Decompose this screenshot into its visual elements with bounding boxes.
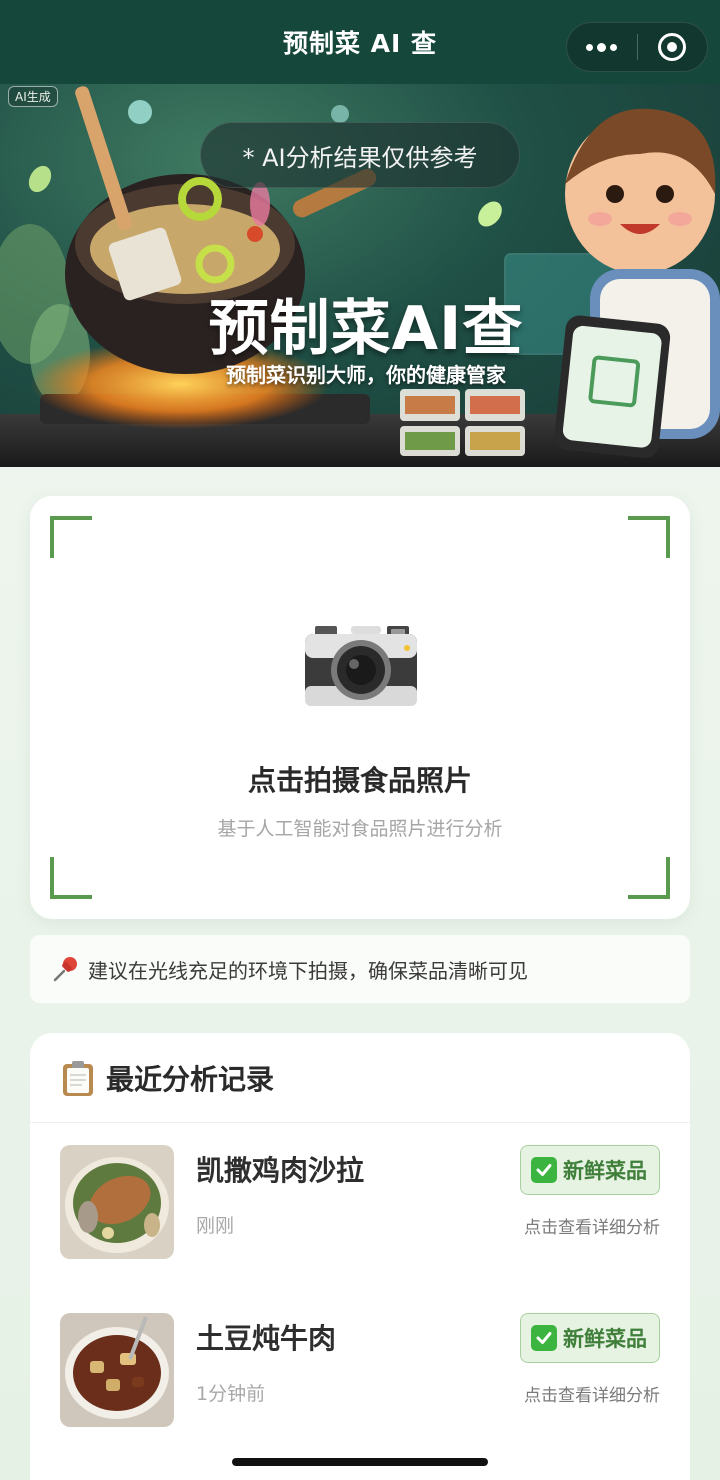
view-detail-link[interactable]: 点击查看详细分析	[524, 1381, 660, 1406]
dish-thumbnail	[60, 1145, 174, 1259]
scan-title: 点击拍摄食品照片	[247, 764, 472, 797]
more-button[interactable]	[567, 22, 637, 72]
disclaimer-pill: * AI分析结果仅供参考	[200, 122, 520, 188]
close-miniprogram-button[interactable]	[638, 22, 708, 72]
scan-corner-bottom-left	[50, 857, 92, 899]
recent-records-card: 最近分析记录 凯撒鸡肉沙拉 刚刚 新鲜菜品 点击查看详细分析 土豆炖牛肉 1分钟…	[30, 1033, 690, 1480]
freshness-badge: 新鲜菜品	[520, 1313, 660, 1363]
history-record[interactable]: 土豆炖牛肉 1分钟前 新鲜菜品 点击查看详细分析	[30, 1313, 690, 1429]
tip-text: 建议在光线充足的环境下拍摄，确保菜品清晰可见	[88, 958, 528, 983]
badge-text: 新鲜菜品	[563, 1327, 647, 1351]
check-mark-icon	[531, 1325, 557, 1351]
ai-generated-tag: AI生成	[8, 86, 58, 107]
camera-icon	[305, 626, 417, 706]
target-icon	[658, 33, 687, 61]
home-indicator[interactable]	[232, 1458, 488, 1466]
banner-title: 预制菜AI查	[208, 294, 524, 364]
scan-corner-top-left	[50, 516, 92, 558]
shooting-tip: 建议在光线充足的环境下拍摄，确保菜品清晰可见	[30, 935, 690, 1003]
hero-banner: AI生成 * AI分析结果仅供参考 预制菜AI查 预制菜识别大师，你的健康管家	[0, 84, 720, 467]
history-record[interactable]: 凯撒鸡肉沙拉 刚刚 新鲜菜品 点击查看详细分析	[30, 1145, 690, 1261]
navigation-bar: 预制菜 AI 查	[0, 0, 720, 84]
banner-subtitle: 预制菜识别大师，你的健康管家	[226, 363, 506, 387]
pushpin-icon	[53, 957, 77, 982]
record-name: 凯撒鸡肉沙拉	[196, 1154, 365, 1187]
page-title: 预制菜 AI 查	[282, 29, 438, 58]
check-mark-icon	[531, 1157, 557, 1183]
freshness-badge: 新鲜菜品	[520, 1145, 660, 1195]
scan-subtitle: 基于人工智能对食品照片进行分析	[217, 818, 503, 840]
record-time: 刚刚	[196, 1215, 235, 1237]
badge-text: 新鲜菜品	[563, 1159, 647, 1183]
page: 预制菜 AI 查 AI生成 * AI分析结果仅供参考 预制菜AI查 预制菜识别大…	[0, 0, 720, 1480]
scan-corner-top-right	[628, 516, 670, 558]
history-header: 最近分析记录	[30, 1033, 690, 1123]
more-dots-icon	[586, 42, 618, 52]
dish-thumbnail	[60, 1313, 174, 1427]
history-title: 最近分析记录	[106, 1062, 275, 1096]
miniprogram-capsule	[566, 22, 708, 72]
record-time: 1分钟前	[196, 1383, 266, 1405]
clipboard-icon	[63, 1060, 93, 1096]
view-detail-link[interactable]: 点击查看详细分析	[524, 1213, 660, 1238]
record-name: 土豆炖牛肉	[196, 1322, 337, 1355]
take-photo-card[interactable]: 点击拍摄食品照片 基于人工智能对食品照片进行分析	[30, 496, 690, 919]
scan-corner-bottom-right	[628, 857, 670, 899]
